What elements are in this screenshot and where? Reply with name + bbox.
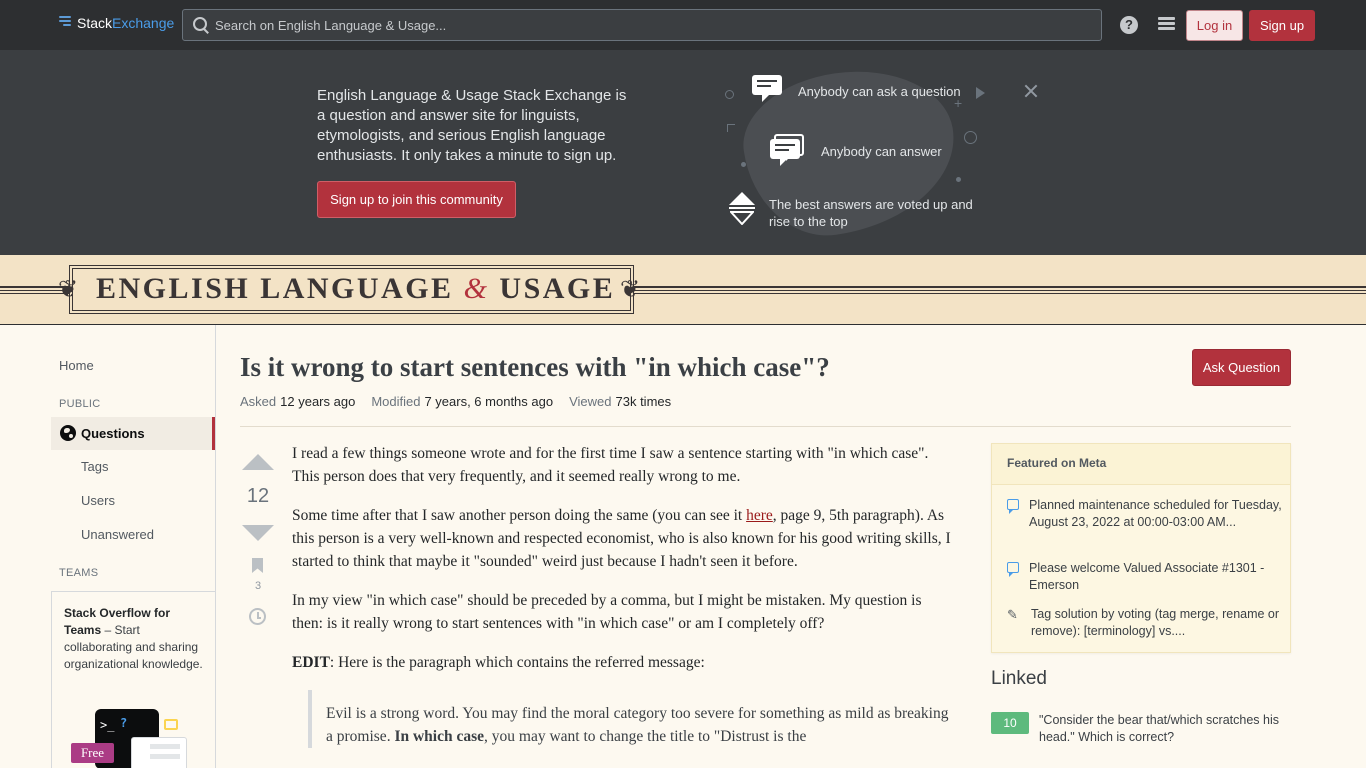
vote-arrows-icon [729,192,755,228]
ornament-left-icon: ❦ [58,275,79,303]
post-paragraph: EDIT: Here is the paragraph which contai… [292,651,952,674]
question-meta: Asked 12 years ago Modified 7 years, 6 mon… [240,394,687,409]
nav-home[interactable]: Home [59,358,94,373]
free-badge: Free [71,743,114,763]
teams-promo-text: Stack Overflow for Teams – Start collabo… [64,605,204,673]
vote-count: 12 [246,485,270,507]
nav-heading-teams: TEAMS [59,567,99,579]
featured-item[interactable]: Planned maintenance scheduled for Tuesda… [1007,497,1282,531]
help-icon[interactable]: ? [1120,16,1138,34]
featured-item-link[interactable]: Please welcome Valued Associate #1301 - … [1029,560,1282,594]
site-title-right: USAGE [499,272,616,305]
nav-heading-public: PUBLIC [59,398,101,410]
site-banner: ❦ ENGLISH LANGUAGE & USAGE ❦ [0,255,1366,325]
site-switcher-icon[interactable] [1158,17,1175,33]
meta-asked-label: Asked [240,394,277,409]
featured-heading: Featured on Meta [992,444,1290,485]
hero-banner: English Language & Usage Stack Exchange … [0,50,1366,255]
feature-answer: Anybody can answer [821,144,942,159]
linked-score-badge[interactable]: 10 [991,712,1029,734]
ask-question-button[interactable]: Ask Question [1192,349,1291,386]
upvote-arrow-icon[interactable] [242,454,274,470]
site-title-left: ENGLISH LANGUAGE [96,272,454,305]
linked-question-link[interactable]: "Consider the bear that/which scratches … [1039,712,1291,746]
site-title-ampersand: & [463,272,490,305]
decor-circle-icon [964,131,977,144]
post-paragraph: I read a few things someone wrote and fo… [292,445,929,485]
featured-item-link[interactable]: Planned maintenance scheduled for Tuesda… [1029,497,1282,531]
bookmark-count: 3 [254,580,262,592]
terminal-prompt-icon: >_ [100,718,115,732]
site-title[interactable]: ENGLISH LANGUAGE & USAGE [96,269,615,309]
globe-icon [60,425,76,441]
bookmark-icon[interactable] [252,558,263,573]
nav-users[interactable]: Users [81,493,115,508]
meta-viewed-value: 73k times [615,394,672,409]
linked-heading: Linked [991,668,1047,689]
meta-modified-value[interactable]: 7 years, 6 months ago [424,394,553,409]
featured-on-meta: Featured on Meta Planned maintenance sch… [991,443,1291,653]
feature-ask: Anybody can ask a question [798,84,961,99]
question-title[interactable]: Is it wrong to start sentences with "in … [240,349,830,385]
nav-tags[interactable]: Tags [81,459,108,474]
search-input[interactable] [215,17,1101,33]
pencil-icon: ✎ [1007,607,1018,622]
meta-asked: Asked 12 years ago [240,394,355,409]
history-icon[interactable] [249,608,266,625]
feature-voting: The best answers are voted up and rise t… [769,197,973,229]
question-body: I read a few things someone wrote and fo… [292,442,952,748]
chat-bubble-icon [1007,562,1019,577]
meta-modified: Modified 7 years, 6 months ago [371,394,553,409]
meta-asked-value[interactable]: 12 years ago [280,394,355,409]
question-mark-icon: ? [120,716,128,730]
nav-questions-label: Questions [81,426,145,441]
linked-question: 10 "Consider the bear that/which scratch… [991,712,1291,746]
meta-viewed: Viewed 73k times [569,394,671,409]
decor-dot-icon [956,177,961,182]
nav-questions[interactable]: Questions [51,417,215,450]
quoted-paragraph: Evil is a strong word. You may find the … [308,690,952,748]
quote-bold-text: In which case [394,728,485,745]
featured-item[interactable]: Please welcome Valued Associate #1301 - … [1007,560,1282,594]
header-divider [240,426,1291,427]
post-paragraph: In my view "in which case" should be pre… [292,592,922,632]
post-text: Some time after that I saw another perso… [292,507,747,524]
downvote-arrow-icon[interactable] [242,525,274,541]
decor-corner-icon [727,124,735,132]
hero-description: English Language & Usage Stack Exchange … [317,87,627,164]
quote-text: , you may want to change the title to "D… [484,728,807,745]
close-icon[interactable] [1022,82,1040,100]
join-community-button[interactable]: Sign up to join this community [317,181,516,218]
ornament-right-icon: ❦ [620,275,641,303]
here-link[interactable]: here [746,507,773,524]
featured-item-link[interactable]: Tag solution by voting (tag merge, renam… [1031,606,1282,640]
edit-label: EDIT [292,654,330,671]
stackexchange-logo-icon [59,16,71,30]
search-bar [182,9,1102,41]
logo-text-stack: Stack [77,15,113,31]
featured-item[interactable]: ✎ Tag solution by voting (tag merge, ren… [1007,606,1282,640]
teams-promo: Stack Overflow for Teams – Start collabo… [51,591,215,768]
decor-triangle-icon [976,87,985,99]
search-icon [193,17,209,33]
logo-text-exchange: Exchange [112,15,175,31]
post-text: : Here is the paragraph which contains t… [329,654,705,671]
top-bar: StackExchange ? Log in Sign up [0,0,1366,50]
nav-unanswered[interactable]: Unanswered [81,527,154,542]
teams-card-illustration [131,737,187,768]
answer-icon [770,134,804,166]
left-sidebar: Home PUBLIC Questions Tags Users Unanswe… [51,325,216,768]
speech-bubble-icon [164,719,178,730]
meta-viewed-label: Viewed [569,394,612,409]
login-button[interactable]: Log in [1186,10,1243,41]
stackexchange-logo[interactable]: Stack Exchange [59,15,174,31]
meta-modified-label: Modified [371,394,421,409]
ask-question-icon [752,75,782,102]
chat-bubble-icon [1007,499,1019,514]
post-paragraph: Some time after that I saw another perso… [292,504,952,573]
decor-circle-icon [725,90,734,99]
signup-button[interactable]: Sign up [1249,10,1315,41]
